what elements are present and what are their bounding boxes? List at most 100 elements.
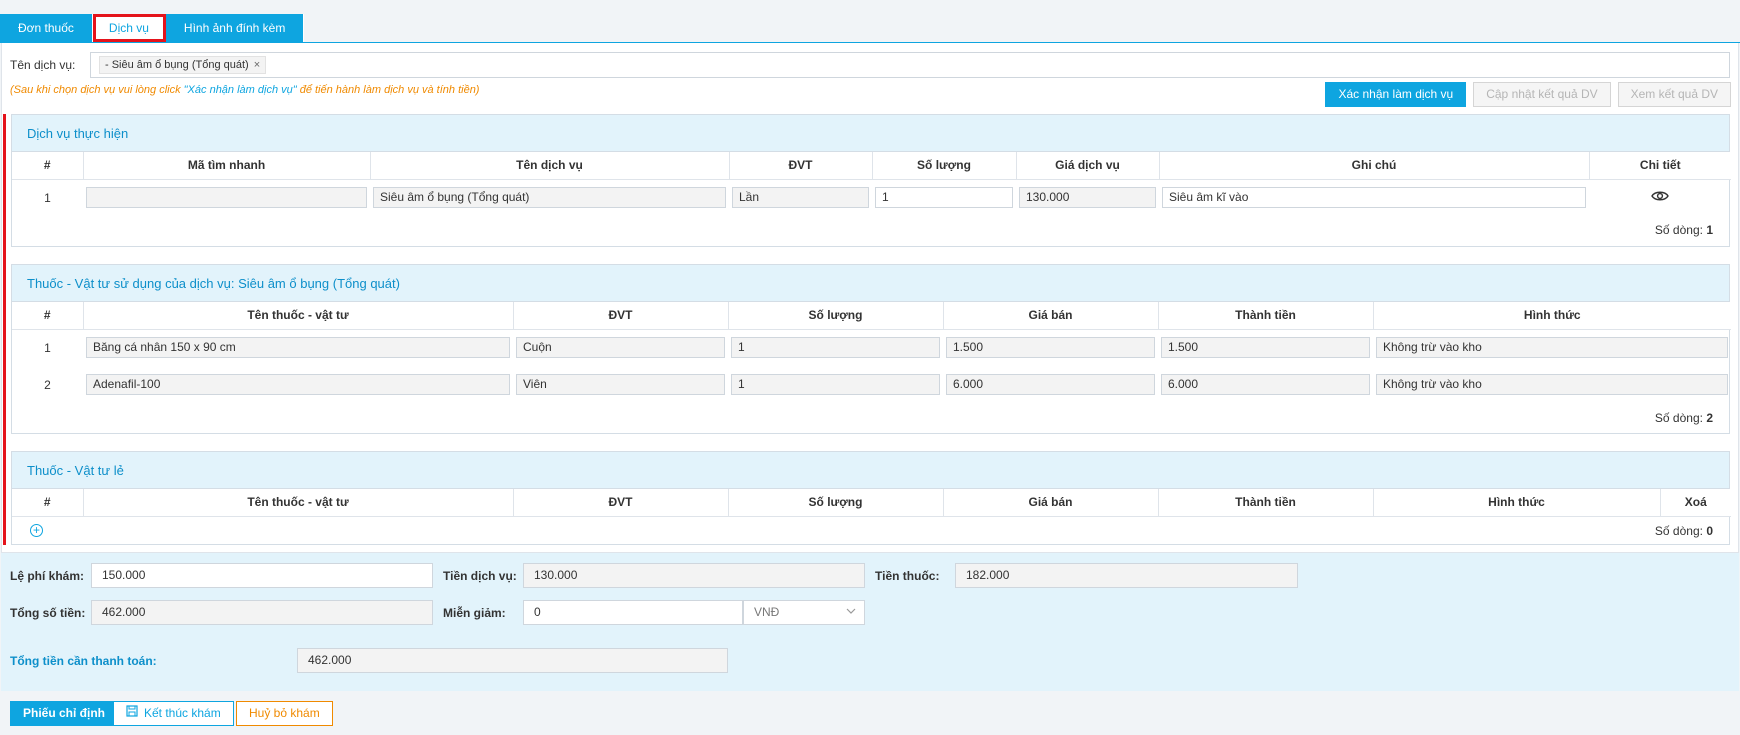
col-index: # <box>12 489 84 517</box>
col-material-name: Tên thuốc - vật tư <box>83 489 514 517</box>
method-field: Không trừ vào kho <box>1376 374 1728 395</box>
finish-exam-button[interactable]: Kết thúc khám <box>113 701 234 726</box>
quantity-field: 1 <box>731 374 940 395</box>
retail-section: Thuốc - Vật tư lẻ # Tên thuốc - vật tư Đ… <box>11 451 1731 545</box>
col-method: Hình thức <box>1373 302 1731 330</box>
service-name-field: Siêu âm ổ bụng (Tổng quát) <box>373 187 726 209</box>
hint-quote: "Xác nhận làm dịch vụ" <box>183 84 297 96</box>
service-selector-row: Tên dịch vụ: - Siêu âm ổ bụng (Tổng quát… <box>10 52 1730 78</box>
currency-value: VNĐ <box>754 605 780 619</box>
col-quick-code: Mã tìm nhanh <box>83 152 371 180</box>
price-field: 130.000 <box>1019 187 1156 209</box>
materials-section: Thuốc - Vật tư sử dụng của dịch vụ: Siêu… <box>11 264 1731 434</box>
tab-attached-images[interactable]: Hình ảnh đính kèm <box>165 14 305 42</box>
tab-bar: Đơn thuốc Dịch vụ Hình ảnh đính kèm <box>0 14 305 42</box>
col-quantity: Số lượng <box>728 302 944 330</box>
unit-field: Cuộn <box>516 337 725 359</box>
row-index: 1 <box>44 340 51 355</box>
discount-input[interactable]: 0 <box>523 600 743 625</box>
unit-field: Lần <box>732 187 869 209</box>
col-unit: ĐVT <box>729 152 873 180</box>
col-material-name: Tên thuốc - vật tư <box>83 302 514 330</box>
add-icon[interactable]: + <box>30 524 43 537</box>
material-name-field: Băng cá nhân 150 x 90 cm <box>86 337 510 359</box>
chevron-down-icon <box>846 603 856 626</box>
col-service-name: Tên dịch vụ <box>370 152 730 180</box>
exam-fee-label: Lệ phí khám: <box>10 569 85 583</box>
services-section-title: Dịch vụ thực hiện <box>12 115 1729 152</box>
col-note: Ghi chú <box>1159 152 1590 180</box>
row-index: 2 <box>44 377 51 392</box>
row-count-value: 1 <box>1706 223 1713 237</box>
services-row-count: Số dòng: 1 <box>12 216 1729 246</box>
row-count-value: 0 <box>1706 523 1713 538</box>
eye-icon[interactable] <box>1651 189 1669 203</box>
service-label: Tên dịch vụ: <box>10 58 76 72</box>
quantity-input[interactable]: 1 <box>875 187 1013 209</box>
row-count-label: Số dòng: <box>1654 411 1703 425</box>
col-quantity: Số lượng <box>728 489 944 517</box>
finish-exam-label: Kết thúc khám <box>144 706 221 720</box>
services-section: Dịch vụ thực hiện # Mã tìm nhanh Tên dịc… <box>11 114 1731 247</box>
discount-label: Miễn giảm: <box>443 606 506 620</box>
tab-services[interactable]: Dịch vụ <box>92 14 166 42</box>
table-row: 2 Adenafil-100 Viên 1 6.000 6.000 Không … <box>12 366 1731 403</box>
materials-table: # Tên thuốc - vật tư ĐVT Số lượng Giá bá… <box>12 302 1731 403</box>
sale-price-field: 6.000 <box>946 374 1155 395</box>
table-header: # Tên thuốc - vật tư ĐVT Số lượng Giá bá… <box>12 489 1731 517</box>
bottom-actions: Phiếu chỉ định Kết thúc khám Huỷ bỏ khám <box>1 691 1739 735</box>
confirm-service-button[interactable]: Xác nhận làm dịch vụ <box>1325 82 1467 107</box>
services-table: # Mã tìm nhanh Tên dịch vụ ĐVT Số lượng … <box>12 152 1731 216</box>
total-field: 462.000 <box>91 600 433 625</box>
close-icon[interactable]: × <box>254 59 260 71</box>
update-result-button[interactable]: Cập nhật kết quả DV <box>1473 82 1611 107</box>
service-hint: (Sau khi chọn dịch vụ vui lòng click "Xá… <box>10 84 479 96</box>
drug-fee-field: 182.000 <box>955 563 1298 588</box>
quick-code-field[interactable] <box>86 187 367 209</box>
hint-suffix: để tiến hành làm dịch vụ và tính tiền) <box>296 84 480 96</box>
materials-row-count: Số dòng: 2 <box>12 403 1729 433</box>
payable-label: Tổng tiền cần thanh toán: <box>10 654 157 668</box>
col-delete: Xoá <box>1660 489 1731 517</box>
service-select[interactable]: - Siêu âm ổ bụng (Tổng quát) × <box>90 52 1730 78</box>
row-count-label: Số dòng: <box>1654 223 1703 237</box>
amount-field: 1.500 <box>1161 337 1370 359</box>
table-header: # Mã tìm nhanh Tên dịch vụ ĐVT Số lượng … <box>12 152 1731 180</box>
col-amount: Thành tiền <box>1158 489 1374 517</box>
col-method: Hình thức <box>1373 489 1661 517</box>
col-sale-price: Giá bán <box>943 489 1159 517</box>
table-row: 1 Siêu âm ổ bụng (Tổng quát) Lần 1 130.0… <box>12 179 1731 216</box>
col-unit: ĐVT <box>513 489 729 517</box>
row-count-value: 2 <box>1706 411 1713 425</box>
payable-field: 462.000 <box>297 648 728 673</box>
save-icon <box>126 702 138 725</box>
amount-field: 6.000 <box>1161 374 1370 395</box>
quantity-field: 1 <box>731 337 940 359</box>
table-row: 1 Băng cá nhân 150 x 90 cm Cuộn 1 1.500 … <box>12 329 1731 366</box>
material-name-field: Adenafil-100 <box>86 374 510 395</box>
retail-row-count: Số dòng: 0 <box>1655 524 1729 538</box>
retail-table: # Tên thuốc - vật tư ĐVT Số lượng Giá bá… <box>12 489 1731 517</box>
selection-indicator <box>3 114 6 545</box>
retail-footer: + Số dòng: 0 <box>12 517 1729 545</box>
tab-prescription[interactable]: Đơn thuốc <box>0 14 93 42</box>
col-detail: Chi tiết <box>1589 152 1731 180</box>
col-price: Giá dịch vụ <box>1016 152 1160 180</box>
note-input[interactable]: Siêu âm kĩ vào <box>1162 187 1586 209</box>
col-quantity: Số lượng <box>872 152 1017 180</box>
cancel-exam-button[interactable]: Huỷ bỏ khám <box>236 701 333 726</box>
currency-select[interactable]: VNĐ <box>743 600 865 625</box>
retail-section-title: Thuốc - Vật tư lẻ <box>12 452 1729 489</box>
table-header: # Tên thuốc - vật tư ĐVT Số lượng Giá bá… <box>12 302 1731 330</box>
service-tag-label: - Siêu âm ổ bụng (Tổng quát) <box>105 59 249 71</box>
referral-button[interactable]: Phiếu chỉ định <box>10 701 119 726</box>
service-fee-field: 130.000 <box>523 563 865 588</box>
exam-fee-input[interactable]: 150.000 <box>91 563 433 588</box>
total-label: Tổng số tiền: <box>10 606 86 620</box>
col-amount: Thành tiền <box>1158 302 1374 330</box>
service-actions: Xác nhận làm dịch vụ Cập nhật kết quả DV… <box>1325 82 1731 107</box>
service-fee-label: Tiền dịch vụ: <box>443 569 517 583</box>
materials-section-title: Thuốc - Vật tư sử dụng của dịch vụ: Siêu… <box>12 265 1729 302</box>
method-field: Không trừ vào kho <box>1376 337 1728 359</box>
view-result-button[interactable]: Xem kết quả DV <box>1617 82 1731 107</box>
